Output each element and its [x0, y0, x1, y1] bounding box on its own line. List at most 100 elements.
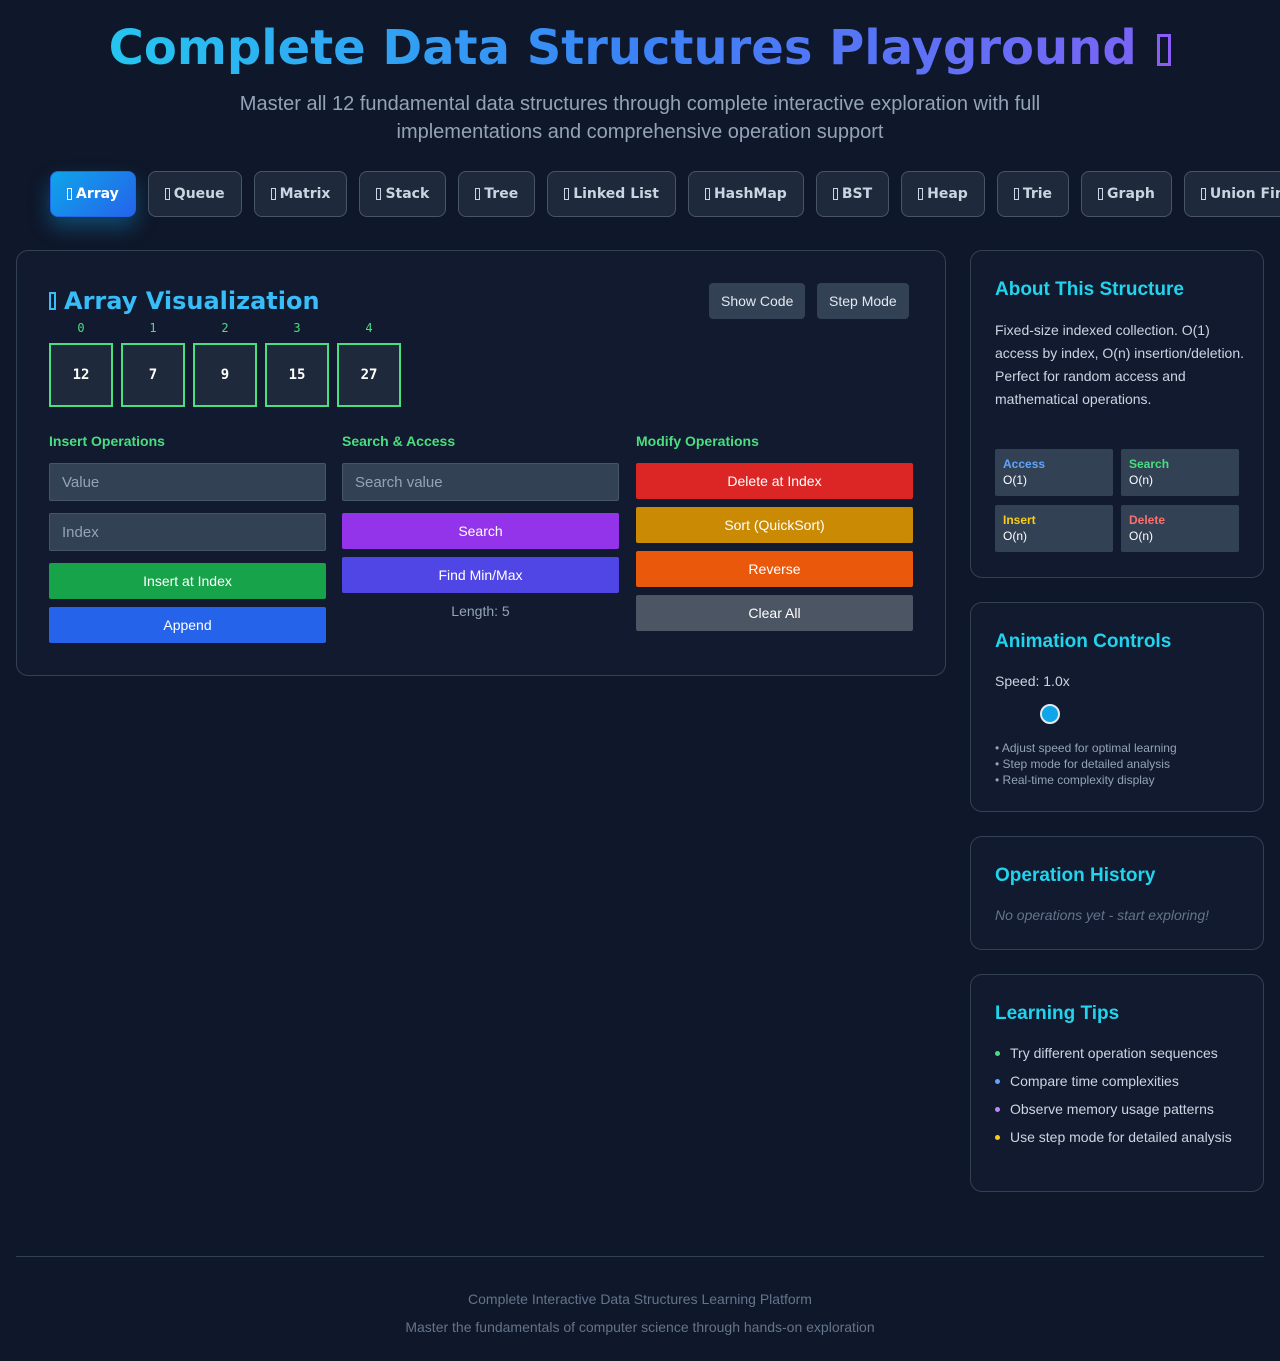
history-title: Operation History [995, 865, 1156, 886]
page-header: Complete Data Structures Playground Mast… [0, 0, 1280, 146]
history-panel: Operation History No operations yet - st… [970, 836, 1264, 950]
visualization-title: Array Visualization [49, 287, 320, 315]
complexity-value: O(n) [1129, 473, 1153, 487]
about-title: About This Structure [995, 279, 1184, 300]
complexity-delete: Delete O(n) [1121, 505, 1239, 552]
tab-bst[interactable]: BST [815, 171, 890, 217]
complexity-name: Search [1129, 457, 1170, 471]
tab-label: BST [841, 186, 873, 202]
search-input[interactable]: Search value [342, 463, 619, 501]
array-cell[interactable]: 4 27 [337, 321, 401, 407]
step-mode-button[interactable]: Step Mode [817, 283, 909, 319]
queue-icon [164, 188, 170, 200]
trie-icon [1013, 188, 1019, 200]
matrix-icon [270, 188, 276, 200]
tab-graph[interactable]: Graph [1081, 171, 1172, 217]
tab-linked-list[interactable]: Linked List [547, 171, 676, 217]
tab-queue[interactable]: Queue [147, 171, 242, 217]
footer: Complete Interactive Data Structures Lea… [0, 1290, 1280, 1346]
reverse-button[interactable]: Reverse [636, 551, 913, 587]
bullet-icon [995, 1107, 1000, 1112]
about-description: Fixed-size indexed collection. O(1) acce… [995, 322, 1245, 407]
sort-button[interactable]: Sort (QuickSort) [636, 507, 913, 543]
hashmap-icon [704, 188, 710, 200]
list-item: • Adjust speed for optimal learning [995, 741, 1177, 755]
linked-list-icon [564, 188, 570, 200]
tab-label: Linked List [573, 186, 659, 202]
tab-label: Tree [484, 186, 519, 202]
learning-tips-title: Learning Tips [995, 1003, 1120, 1024]
footer-line-1: Complete Interactive Data Structures Lea… [468, 1291, 812, 1307]
search-operations-heading: Search & Access [342, 433, 456, 449]
search-button[interactable]: Search [342, 513, 619, 549]
bst-icon [832, 188, 838, 200]
list-item: • Step mode for detailed analysis [995, 757, 1170, 771]
complexity-value: O(n) [1003, 529, 1027, 543]
cell-index: 4 [365, 321, 373, 335]
array-cell[interactable]: 0 12 [49, 321, 113, 407]
history-empty-text: No operations yet - start exploring! [995, 907, 1209, 923]
tab-array[interactable]: Array [50, 171, 136, 217]
union-find-icon [1200, 188, 1206, 200]
tab-label: Array [76, 186, 119, 202]
tab-tree[interactable]: Tree [458, 171, 536, 217]
array-length: Length: 5 [451, 603, 510, 619]
cell-value: 12 [49, 343, 113, 407]
complexity-value: O(n) [1129, 529, 1153, 543]
tab-label: Graph [1107, 186, 1155, 202]
bullet-icon [995, 1079, 1000, 1084]
array-cell[interactable]: 29 [193, 321, 257, 407]
tab-label: Stack [385, 186, 430, 202]
tab-label: Union Find [1209, 186, 1280, 202]
graph-icon [1098, 188, 1104, 200]
heap-icon [918, 188, 924, 200]
footer-divider [16, 1256, 1264, 1257]
array-cell[interactable]: 3 15 [265, 321, 329, 407]
about-panel: About This Structure Fixed-size indexed … [970, 250, 1264, 578]
cell-index: 1 [149, 321, 157, 335]
clear-all-button[interactable]: Clear All [636, 595, 913, 631]
tab-stack[interactable]: Stack [359, 171, 447, 217]
insert-operations-heading: Insert Operations [49, 433, 165, 449]
learning-tips-panel: Learning Tips Try different operation se… [970, 974, 1264, 1192]
tree-icon [475, 188, 481, 200]
array-cells: 0 12 17 29 3 15 4 27 [49, 321, 401, 407]
bullet-icon [995, 1135, 1000, 1140]
complexity-name: Delete [1129, 513, 1166, 527]
speed-slider-handle[interactable] [1040, 704, 1060, 724]
value-input[interactable]: Value [49, 463, 326, 501]
cell-value: 7 [121, 343, 185, 407]
tip-text: Try different operation sequences [1010, 1045, 1218, 1061]
append-button[interactable]: Append [49, 607, 326, 643]
index-input[interactable]: Index [49, 513, 326, 551]
page-title-row: Complete Data Structures Playground [0, 20, 1280, 76]
tab-matrix[interactable]: Matrix [253, 171, 348, 217]
complexity-name: Insert [1003, 513, 1036, 527]
array-cell[interactable]: 17 [121, 321, 185, 407]
stack-icon [376, 188, 382, 200]
learning-tips-list: Try different operation sequences Compar… [995, 1043, 1245, 1155]
footer-line-2: Master the fundamentals of computer scie… [405, 1319, 875, 1335]
show-code-button[interactable]: Show Code [709, 283, 806, 319]
cell-value: 9 [193, 343, 257, 407]
structure-tabs: Array Queue Matrix Stack Tree Linked Lis… [50, 171, 1280, 217]
tip-text: Use step mode for detailed analysis [1010, 1129, 1232, 1145]
find-min-max-button[interactable]: Find Min/Max [342, 557, 619, 593]
complexity-value: O(1) [1003, 473, 1027, 487]
insert-operations: Insert Operations Value Index Insert at … [49, 433, 326, 651]
tab-hashmap[interactable]: HashMap [687, 171, 804, 217]
list-item: • Real-time complexity display [995, 773, 1155, 787]
insert-at-index-button[interactable]: Insert at Index [49, 563, 326, 599]
tab-label: Matrix [279, 186, 331, 202]
modify-operations: Modify Operations Delete at Index Sort (… [636, 433, 913, 639]
tab-trie[interactable]: Trie [996, 171, 1070, 217]
tab-heap[interactable]: Heap [901, 171, 985, 217]
complexity-access: Access O(1) [995, 449, 1113, 496]
page-title: Complete Data Structures Playground [108, 20, 1137, 76]
modify-operations-heading: Modify Operations [636, 433, 759, 449]
cell-index: 3 [293, 321, 301, 335]
tab-label: Queue [173, 186, 225, 202]
delete-at-index-button[interactable]: Delete at Index [636, 463, 913, 499]
page-subtitle: Master all 12 fundamental data structure… [239, 93, 1041, 143]
tab-union-find[interactable]: Union Find [1183, 171, 1280, 217]
